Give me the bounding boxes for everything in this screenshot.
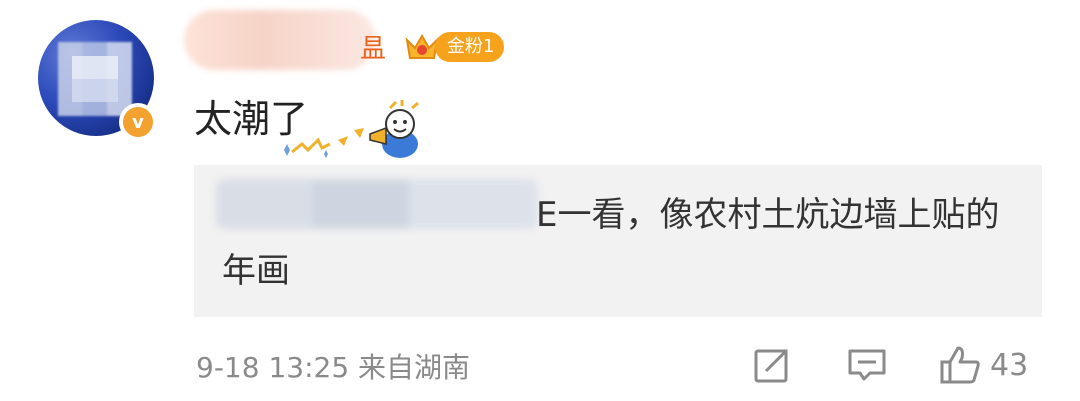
avatar-image-detail	[72, 56, 118, 102]
verified-badge-icon: v	[119, 103, 157, 141]
username-blurred[interactable]	[184, 10, 376, 70]
comment-meta: 9-18 13:25 来自湖南	[196, 351, 471, 384]
quoted-reply[interactable]: E一看，像农村土炕边墙上贴的年画	[194, 165, 1042, 317]
share-icon	[754, 349, 788, 383]
like-icon	[940, 346, 980, 384]
comment-button[interactable]	[846, 345, 888, 385]
verified-mark: v	[123, 107, 153, 137]
share-button[interactable]	[752, 345, 792, 385]
fan-badge-label: 金粉1	[435, 32, 505, 62]
emoji-sticker-icon	[284, 100, 419, 158]
like-button[interactable]: 43	[938, 345, 1028, 385]
fan-badge[interactable]: 金粉1	[403, 30, 505, 64]
like-count: 43	[990, 347, 1029, 383]
comment-icon	[848, 349, 886, 381]
username-visible-part[interactable]: 昷	[360, 28, 386, 65]
quoted-reply-text: E一看，像农村土炕边墙上贴的年画	[222, 195, 1000, 291]
